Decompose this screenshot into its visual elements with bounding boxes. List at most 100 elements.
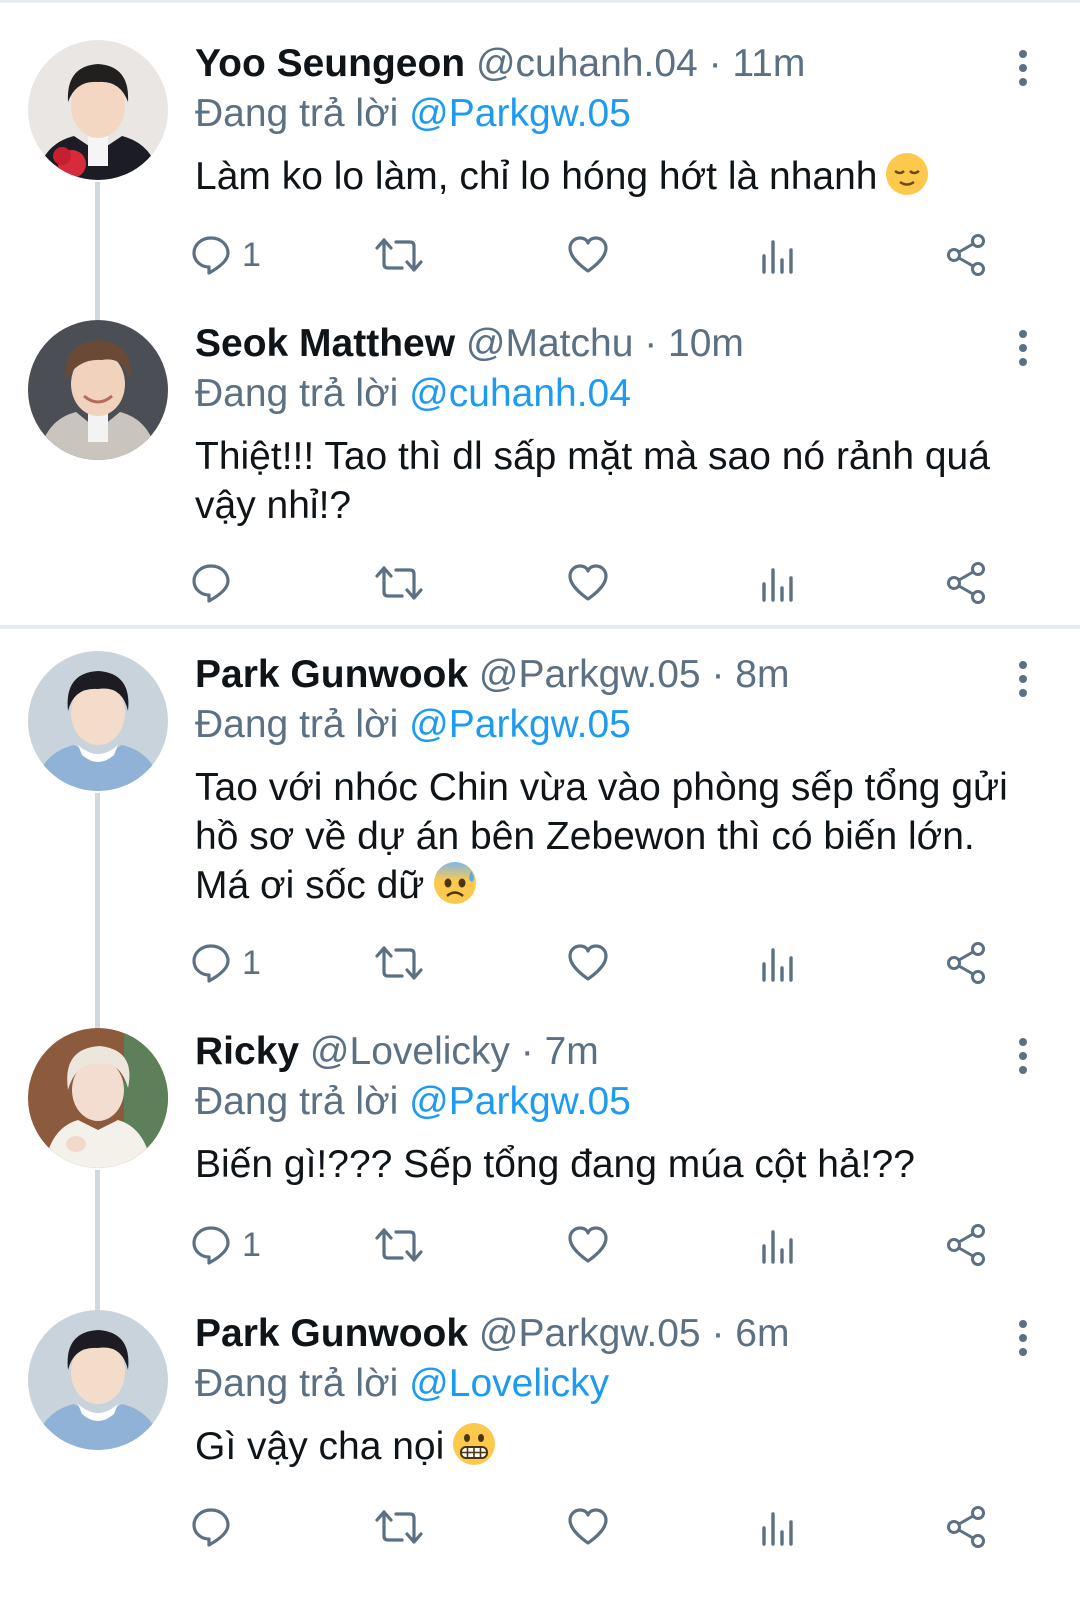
reply-button[interactable]: 1 <box>190 230 261 280</box>
heart-icon <box>566 1224 610 1266</box>
like-button[interactable] <box>566 230 610 280</box>
analytics-bars-icon <box>758 562 798 604</box>
analytics-button[interactable] <box>758 558 798 608</box>
heart-icon <box>566 562 610 604</box>
like-button[interactable] <box>566 938 610 988</box>
author-handle[interactable]: @Matchu <box>466 322 633 365</box>
analytics-button[interactable] <box>758 230 798 280</box>
avatar[interactable] <box>28 651 168 791</box>
retweet-icon <box>374 562 424 604</box>
more-options-button[interactable] <box>1008 46 1038 86</box>
retweet-button[interactable] <box>374 938 424 988</box>
avatar[interactable] <box>28 320 168 460</box>
heart-icon <box>566 1506 610 1548</box>
tweet-actions <box>190 1502 1010 1552</box>
more-options-button[interactable] <box>1008 1316 1038 1356</box>
reply-thread-page: Yoo Seungeon @cuhanh.04 · 11m Đang trả l… <box>0 0 1080 1608</box>
relieved-face-emoji-icon <box>885 152 929 208</box>
share-icon <box>944 1223 988 1267</box>
retweet-button[interactable] <box>374 1502 424 1552</box>
like-button[interactable] <box>566 1220 610 1270</box>
thread-divider <box>0 625 1080 629</box>
retweet-button[interactable] <box>374 230 424 280</box>
tweet-actions <box>190 558 1010 608</box>
reply-prefix: Đang trả lời <box>195 92 399 135</box>
tweet-text: Thiệt!!! Tao thì dl sấp mặt mà sao nó rả… <box>195 435 990 527</box>
analytics-bars-icon <box>758 1506 798 1548</box>
share-icon <box>944 233 988 277</box>
analytics-button[interactable] <box>758 1502 798 1552</box>
reply-prefix: Đang trả lời <box>195 372 399 415</box>
like-button[interactable] <box>566 1502 610 1552</box>
retweet-icon <box>374 1506 424 1548</box>
author-name[interactable]: Seok Matthew <box>195 322 455 365</box>
share-button[interactable] <box>944 1220 988 1270</box>
reply-button[interactable] <box>190 1502 242 1552</box>
thread-connector-line <box>95 1170 100 1310</box>
tweet-body: Tao với nhóc Chin vừa vào phòng sếp tổng… <box>195 763 1020 917</box>
tweet-time: · 8m <box>711 653 790 696</box>
share-button[interactable] <box>944 1502 988 1552</box>
share-icon <box>944 561 988 605</box>
reply-to-mention[interactable]: @cuhanh.04 <box>409 372 631 415</box>
reply-to-mention[interactable]: @Parkgw.05 <box>409 703 631 746</box>
more-options-button[interactable] <box>1008 326 1038 366</box>
reply-button[interactable]: 1 <box>190 938 261 988</box>
reply-count: 1 <box>242 1225 261 1264</box>
author-handle[interactable]: @Parkgw.05 <box>479 1312 701 1355</box>
tweet-time: · 10m <box>644 322 744 365</box>
reply-count: 1 <box>242 943 261 982</box>
reply-to-mention[interactable]: @Parkgw.05 <box>409 92 631 135</box>
share-icon <box>944 941 988 985</box>
analytics-button[interactable] <box>758 1220 798 1270</box>
more-options-button[interactable] <box>1008 1034 1038 1074</box>
share-button[interactable] <box>944 558 988 608</box>
reply-prefix: Đang trả lời <box>195 1080 399 1123</box>
share-icon <box>944 1505 988 1549</box>
retweet-icon <box>374 1224 424 1266</box>
share-button[interactable] <box>944 938 988 988</box>
grimacing-face-emoji-icon <box>452 1422 496 1478</box>
author-name[interactable]: Yoo Seungeon <box>195 42 465 85</box>
analytics-bars-icon <box>758 234 798 276</box>
tweet-actions: 1 <box>190 1220 1010 1270</box>
thread-connector-line <box>95 793 100 1028</box>
tweet-text: Gì vậy cha nọi <box>195 1425 445 1468</box>
reply-button[interactable]: 1 <box>190 1220 261 1270</box>
tweet-actions: 1 <box>190 230 1010 280</box>
like-button[interactable] <box>566 558 610 608</box>
reply-bubble-icon <box>190 1224 232 1266</box>
reply-to-mention[interactable]: @Parkgw.05 <box>409 1080 631 1123</box>
retweet-button[interactable] <box>374 558 424 608</box>
reply-bubble-icon <box>190 562 232 604</box>
tweet-actions: 1 <box>190 938 1010 988</box>
reply-bubble-icon <box>190 942 232 984</box>
reply-bubble-icon <box>190 1506 232 1548</box>
author-name[interactable]: Park Gunwook <box>195 1312 468 1355</box>
analytics-button[interactable] <box>758 938 798 988</box>
tweet-time: · 11m <box>708 42 806 85</box>
tweet-body: Làm ko lo làm, chỉ lo hóng hớt là nhanh <box>195 152 1020 208</box>
more-options-button[interactable] <box>1008 657 1038 697</box>
anxious-face-with-sweat-emoji-icon <box>432 861 478 917</box>
tweet-body: Biến gì!??? Sếp tổng đang múa cột hả!?? <box>195 1140 1020 1189</box>
reply-to-mention[interactable]: @Lovelicky <box>409 1362 609 1405</box>
avatar[interactable] <box>28 40 168 180</box>
author-handle[interactable]: @cuhanh.04 <box>476 42 698 85</box>
share-button[interactable] <box>944 230 988 280</box>
author-handle[interactable]: @Parkgw.05 <box>479 653 701 696</box>
reply-prefix: Đang trả lời <box>195 1362 399 1405</box>
retweet-icon <box>374 942 424 984</box>
retweet-icon <box>374 234 424 276</box>
reply-bubble-icon <box>190 234 232 276</box>
author-name[interactable]: Ricky <box>195 1030 299 1073</box>
reply-button[interactable] <box>190 558 242 608</box>
retweet-button[interactable] <box>374 1220 424 1270</box>
tweet-body: Gì vậy cha nọi <box>195 1422 1020 1478</box>
analytics-bars-icon <box>758 1224 798 1266</box>
heart-icon <box>566 942 610 984</box>
author-name[interactable]: Park Gunwook <box>195 653 468 696</box>
avatar[interactable] <box>28 1028 168 1168</box>
author-handle[interactable]: @Lovelicky <box>310 1030 510 1073</box>
avatar[interactable] <box>28 1310 168 1450</box>
